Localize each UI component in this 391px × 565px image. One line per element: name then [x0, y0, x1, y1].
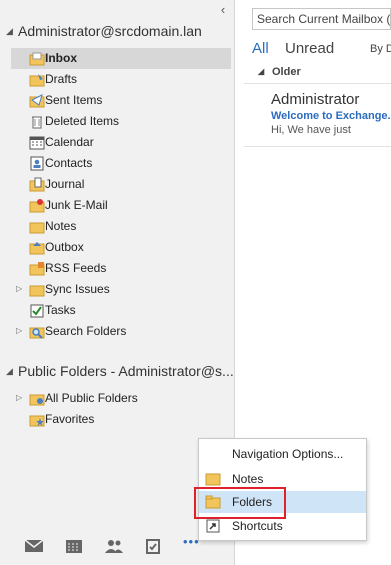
folder-calendar[interactable]: Calendar — [11, 132, 231, 153]
journal-icon — [29, 177, 45, 192]
expand-arrow-icon[interactable]: ▷ — [16, 326, 22, 335]
arrange-by-dropdown[interactable]: By D — [370, 43, 391, 55]
message-sender: Administrator — [271, 91, 360, 108]
rss-feeds-icon — [29, 262, 45, 276]
account-name: Administrator@srcdomain.lan — [18, 23, 202, 39]
filter-unread-tab[interactable]: Unread — [285, 40, 334, 57]
calendar-icon — [29, 136, 45, 150]
sent-items-icon — [29, 94, 45, 108]
folder-label: Sent Items — [45, 93, 103, 107]
tasks-icon[interactable] — [143, 538, 163, 554]
junk-email-icon — [29, 199, 45, 213]
search-folders-icon — [29, 327, 45, 339]
message-group-header[interactable]: ◢ Older — [244, 62, 391, 84]
folder-sent-items[interactable]: Sent Items — [11, 90, 231, 111]
deleted-items-icon — [32, 116, 42, 129]
folder-drafts[interactable]: Drafts — [11, 69, 231, 90]
message-list-item[interactable]: Administrator Welcome to Exchange.. Hi, … — [244, 85, 391, 147]
notes-icon — [205, 473, 221, 486]
folder-contacts[interactable]: Contacts — [11, 153, 231, 174]
folder-label: Inbox — [45, 51, 77, 65]
folder-label: Outbox — [45, 240, 84, 254]
folder-junk-email[interactable]: Junk E-Mail — [11, 195, 231, 216]
folder-journal[interactable]: Journal — [11, 174, 231, 195]
folder-label: Drafts — [45, 72, 78, 86]
folder-deleted-items[interactable]: Deleted Items — [11, 111, 231, 132]
sync-issues-icon — [29, 285, 45, 297]
public-account-name: Public Folders - Administrator@s... — [18, 363, 234, 379]
folder-label: Junk E-Mail — [45, 198, 108, 212]
people-icon[interactable] — [104, 538, 124, 554]
folder-label: Journal — [45, 177, 85, 191]
folder-label: Calendar — [45, 135, 94, 149]
expand-arrow-icon[interactable]: ▷ — [16, 284, 22, 293]
folder-all-public-folders[interactable]: ▷ All Public Folders — [11, 388, 231, 409]
inbox-icon — [29, 52, 45, 66]
public-folder-icon — [29, 394, 45, 406]
folder-label: Deleted Items — [45, 114, 120, 128]
folder-inbox[interactable]: Inbox — [11, 48, 231, 69]
menu-item-label: Navigation Options... — [232, 447, 344, 461]
folder-rss-feeds[interactable]: RSS Feeds — [11, 258, 231, 279]
collapse-arrow-icon[interactable]: ◢ — [6, 366, 18, 377]
notes-icon — [29, 222, 45, 234]
collapse-arrow-icon[interactable]: ◢ — [6, 26, 18, 37]
collapse-group-icon[interactable]: ◢ — [258, 67, 264, 76]
folder-label: All Public Folders — [45, 391, 138, 405]
tasks-icon — [30, 304, 44, 318]
folder-label: Tasks — [45, 303, 76, 317]
mail-icon[interactable] — [24, 538, 44, 554]
menu-item-label: Notes — [232, 472, 264, 486]
folder-sync-issues[interactable]: ▷ Sync Issues — [11, 279, 231, 300]
annotation-highlight-box — [194, 487, 286, 519]
folder-label: Contacts — [45, 156, 93, 170]
search-input[interactable]: Search Current Mailbox (Ctrl — [252, 8, 391, 30]
folder-notes[interactable]: Notes — [11, 216, 231, 237]
folder-outbox[interactable]: Outbox — [11, 237, 231, 258]
filter-all-tab[interactable]: All — [252, 40, 269, 57]
folder-search-folders[interactable]: ▷ Search Folders — [11, 321, 231, 342]
expand-arrow-icon[interactable]: ▷ — [16, 393, 22, 402]
message-subject: Welcome to Exchange.. — [271, 110, 391, 122]
folder-tasks[interactable]: Tasks — [11, 300, 231, 321]
contacts-icon — [30, 156, 44, 171]
folder-label: Sync Issues — [45, 282, 110, 296]
folder-label: Search Folders — [45, 324, 127, 338]
folder-label: Favorites — [45, 412, 95, 426]
shortcuts-icon — [206, 519, 220, 533]
public-folders-header[interactable]: ◢ Public Folders - Administrator@s... — [6, 363, 234, 379]
group-name: Older — [272, 66, 301, 78]
message-preview: Hi, We have just — [271, 124, 351, 136]
folder-label: RSS Feeds — [45, 261, 107, 275]
folder-label: Notes — [45, 219, 77, 233]
favorites-icon — [29, 415, 45, 427]
outbox-icon — [29, 242, 45, 255]
menu-item-navigation-options[interactable]: Navigation Options... — [199, 443, 366, 465]
account-header[interactable]: ◢ Administrator@srcdomain.lan — [6, 23, 202, 39]
folder-favorites[interactable]: Favorites — [11, 409, 231, 430]
drafts-icon — [29, 74, 45, 87]
calendar-icon[interactable] — [64, 538, 84, 554]
menu-item-label: Shortcuts — [232, 519, 283, 533]
collapse-pane-button[interactable]: ‹ — [217, 3, 229, 17]
